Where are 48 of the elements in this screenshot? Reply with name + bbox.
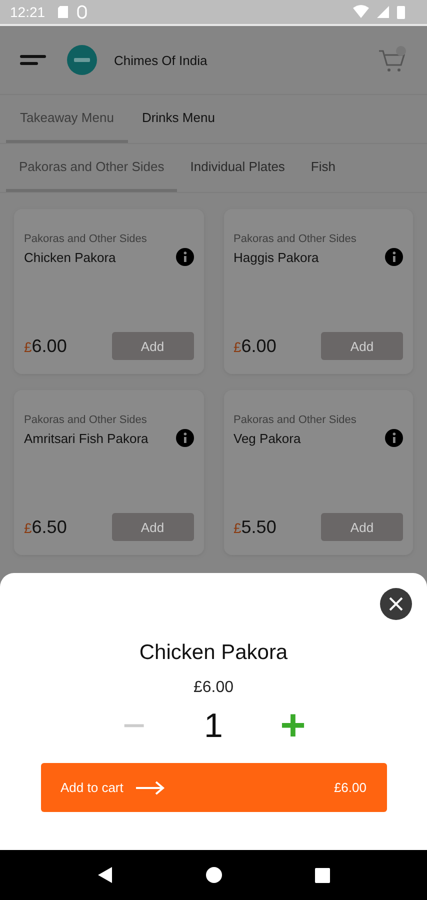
increase-button[interactable]: + xyxy=(272,703,313,749)
item-name: Chicken Pakora xyxy=(24,250,116,264)
add-to-cart-button[interactable]: Add to cart £6.00 xyxy=(40,763,386,812)
arrow-icon xyxy=(135,780,166,794)
menu-icon[interactable] xyxy=(20,53,48,67)
info-icon[interactable] xyxy=(385,429,403,447)
restaurant-name: Chimes Of India xyxy=(114,52,208,68)
add-button[interactable]: Add xyxy=(321,513,403,541)
menu-item-card[interactable]: Pakoras and Other Sides Chicken Pakora £6.00 Add xyxy=(14,209,204,374)
menu-tab[interactable]: Drinks Menu xyxy=(128,95,229,143)
category-tab[interactable]: Individual Plates xyxy=(177,144,298,192)
recents-icon[interactable] xyxy=(315,868,330,882)
status-time: 12:21 xyxy=(10,4,46,20)
menu-item-card[interactable]: Pakoras and Other Sides Amritsari Fish Pakora £6.50 Add xyxy=(14,390,204,555)
menu-item-card[interactable]: Pakoras and Other Sides Haggis Pakora £6.00 Add xyxy=(224,209,413,374)
item-name: Veg Pakora xyxy=(234,430,301,446)
close-button[interactable] xyxy=(380,588,412,620)
add-button[interactable]: Add xyxy=(112,332,194,360)
category-tab[interactable]: Fish xyxy=(298,144,348,192)
signal-icon xyxy=(377,6,389,18)
sd-card-icon xyxy=(57,5,70,19)
close-icon xyxy=(389,597,403,611)
home-icon[interactable] xyxy=(206,867,222,883)
item-price: £6.50 xyxy=(24,516,67,538)
battery-icon xyxy=(397,5,405,19)
item-category: Pakoras and Other Sides xyxy=(234,233,358,245)
item-title: Chicken Pakora xyxy=(139,641,288,665)
item-name: Haggis Pakora xyxy=(234,250,319,264)
menu-tab[interactable]: Takeaway Menu xyxy=(6,95,128,143)
item-category: Pakoras and Other Sides xyxy=(24,233,148,245)
menu-item-card[interactable]: Pakoras and Other Sides Veg Pakora £5.50 Add xyxy=(224,390,413,555)
item-price: £6.00 xyxy=(24,336,67,356)
category-tab[interactable]: Pakoras and Other Sides xyxy=(6,144,178,192)
back-icon[interactable] xyxy=(96,866,113,884)
info-icon[interactable] xyxy=(385,248,403,266)
add-button[interactable]: Add xyxy=(112,513,194,541)
add-button[interactable]: Add xyxy=(321,332,403,360)
item-price: £6.00 xyxy=(234,336,276,356)
info-icon[interactable] xyxy=(176,248,194,266)
item-price: £5.50 xyxy=(234,516,276,538)
item-category: Pakoras and Other Sides xyxy=(24,414,148,426)
item-category: Pakoras and Other Sides xyxy=(234,414,358,426)
item-price: £6.00 xyxy=(193,679,234,697)
item-name: Amritsari Fish Pakora xyxy=(24,430,148,446)
info-icon[interactable] xyxy=(176,429,194,447)
quantity: 1 xyxy=(204,706,223,746)
logo-icon xyxy=(66,44,98,76)
wifi-icon xyxy=(353,5,369,19)
